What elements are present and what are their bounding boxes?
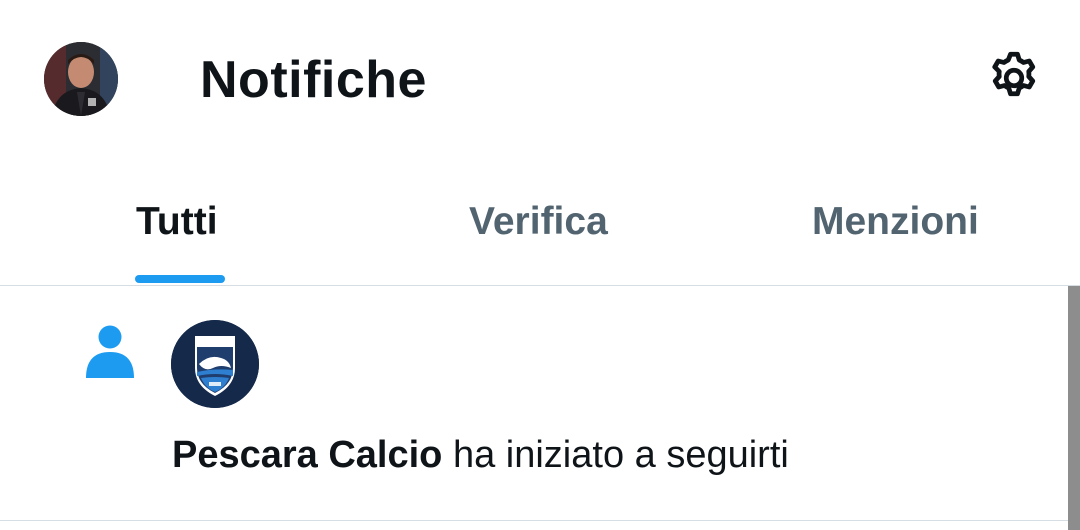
profile-avatar[interactable] <box>44 42 118 116</box>
active-tab-indicator <box>135 275 225 283</box>
person-icon <box>86 325 134 378</box>
tab-label-tutti: Tutti <box>136 200 218 243</box>
scrollbar[interactable] <box>1068 286 1080 530</box>
notifications-page: Notifiche Tutti Verifica Menzioni Pescar… <box>0 0 1080 530</box>
gear-icon <box>992 51 1036 97</box>
notification-message: ha iniziato a seguirti <box>442 434 789 476</box>
notification-divider <box>0 520 1080 521</box>
tab-label-menzioni: Menzioni <box>812 200 979 243</box>
header: Notifiche <box>0 0 1080 160</box>
tab-label-verifica: Verifica <box>469 200 608 243</box>
tab-tutti[interactable]: Tutti <box>0 160 360 285</box>
tab-verifica[interactable]: Verifica <box>360 160 720 285</box>
pescara-calcio-logo[interactable] <box>171 320 259 408</box>
settings-button[interactable] <box>980 44 1048 112</box>
club-crest-icon <box>171 320 259 408</box>
tab-menzioni[interactable]: Menzioni <box>720 160 1080 285</box>
page-title: Notifiche <box>200 51 427 109</box>
account-name[interactable]: Pescara Calcio <box>172 434 442 476</box>
notification-text: Pescara Calcio ha iniziato a seguirti <box>172 432 789 478</box>
tab-bar: Tutti Verifica Menzioni <box>0 160 1080 285</box>
avatar-image <box>44 42 118 116</box>
notification-item[interactable]: Pescara Calcio ha iniziato a seguirti <box>0 286 1080 521</box>
